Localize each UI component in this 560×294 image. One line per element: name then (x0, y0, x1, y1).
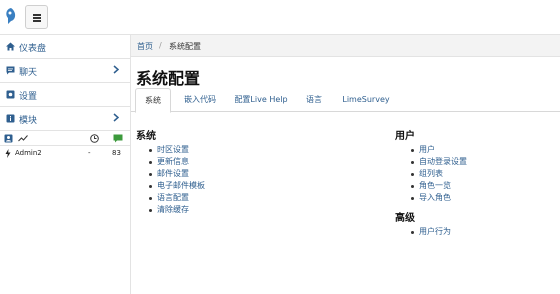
tab-system[interactable]: 系统 (135, 88, 171, 113)
link-mail-settings[interactable]: 邮件设置 (147, 168, 205, 180)
tab-limesurvey[interactable]: LimeSurvey (336, 88, 396, 112)
lightning-icon (5, 149, 11, 158)
chevron-right-icon (113, 113, 119, 122)
sidebar-item-modules[interactable]: 模块 (0, 107, 131, 131)
main-content: 首页 / 系统配置 系统配置 系统 嵌入代码 配置Live Help 语言 Li… (131, 35, 560, 294)
breadcrumb: 首页 / 系统配置 (131, 35, 560, 57)
tab-language[interactable]: 语言 (299, 88, 329, 112)
clock-icon (90, 134, 99, 143)
link-email-templates[interactable]: 电子邮件模板 (147, 180, 205, 192)
tab-live-help[interactable]: 配置Live Help (231, 88, 291, 112)
link-language-config[interactable]: 语言配置 (147, 192, 205, 204)
message-count-icon (113, 134, 123, 143)
sidebar: 仪表盘 聊天 设置 模块 Admin2 - 83 (0, 35, 131, 294)
link-clear-cache[interactable]: 清除缓存 (147, 204, 205, 216)
link-users[interactable]: 用户 (409, 144, 467, 156)
system-links: 时区设置 更新信息 邮件设置 电子邮件模板 语言配置 清除缓存 (147, 144, 205, 216)
sidebar-item-chat[interactable]: 聊天 (0, 59, 131, 83)
chevron-right-icon (113, 65, 119, 74)
breadcrumb-current: 系统配置 (169, 42, 201, 51)
stats-table-header (0, 132, 131, 146)
top-bar (0, 0, 560, 35)
section-title-system: 系统 (136, 131, 156, 142)
settings-icon (6, 90, 15, 99)
section-title-users: 用户 (395, 131, 415, 142)
advanced-links: 用户行为 (409, 226, 451, 238)
menu-icon-bar (33, 20, 41, 22)
stats-user: Admin2 (15, 149, 42, 157)
link-update-info[interactable]: 更新信息 (147, 156, 205, 168)
trend-icon (18, 135, 28, 142)
sidebar-item-label: 仪表盘 (19, 44, 47, 54)
tab-bar: 系统 嵌入代码 配置Live Help 语言 LimeSurvey (131, 88, 560, 113)
sidebar-item-settings[interactable]: 设置 (0, 83, 131, 107)
sidebar-item-label: 模块 (19, 116, 38, 126)
stats-row[interactable]: Admin2 - 83 (0, 147, 131, 159)
users-links: 用户 自动登录设置 组列表 角色一览 导入角色 (409, 144, 467, 204)
menu-icon-bar (33, 17, 41, 19)
section-title-advanced: 高级 (395, 213, 415, 224)
page-title: 系统配置 (136, 69, 201, 88)
chat-icon (6, 66, 15, 75)
home-icon (6, 42, 15, 51)
link-autologin-settings[interactable]: 自动登录设置 (409, 156, 467, 168)
link-roles-overview[interactable]: 角色一览 (409, 180, 467, 192)
stats-count: 83 (112, 149, 121, 157)
tab-embed-code[interactable]: 嵌入代码 (175, 88, 225, 112)
link-timezone-settings[interactable]: 时区设置 (147, 144, 205, 156)
user-icon (4, 134, 13, 143)
breadcrumb-home-link[interactable]: 首页 (137, 41, 153, 52)
info-icon (6, 114, 15, 123)
sidebar-item-label: 聊天 (19, 68, 38, 78)
link-user-actions[interactable]: 用户行为 (409, 226, 451, 238)
menu-toggle-button[interactable] (25, 5, 48, 29)
link-import-roles[interactable]: 导入角色 (409, 192, 467, 204)
link-group-list[interactable]: 组列表 (409, 168, 467, 180)
menu-icon-bar (33, 14, 41, 16)
sidebar-item-label: 设置 (19, 92, 38, 102)
sidebar-item-dashboard[interactable]: 仪表盘 (0, 35, 131, 59)
app-logo-icon[interactable] (4, 7, 18, 25)
breadcrumb-separator: / (159, 41, 162, 50)
stats-time: - (88, 149, 91, 157)
